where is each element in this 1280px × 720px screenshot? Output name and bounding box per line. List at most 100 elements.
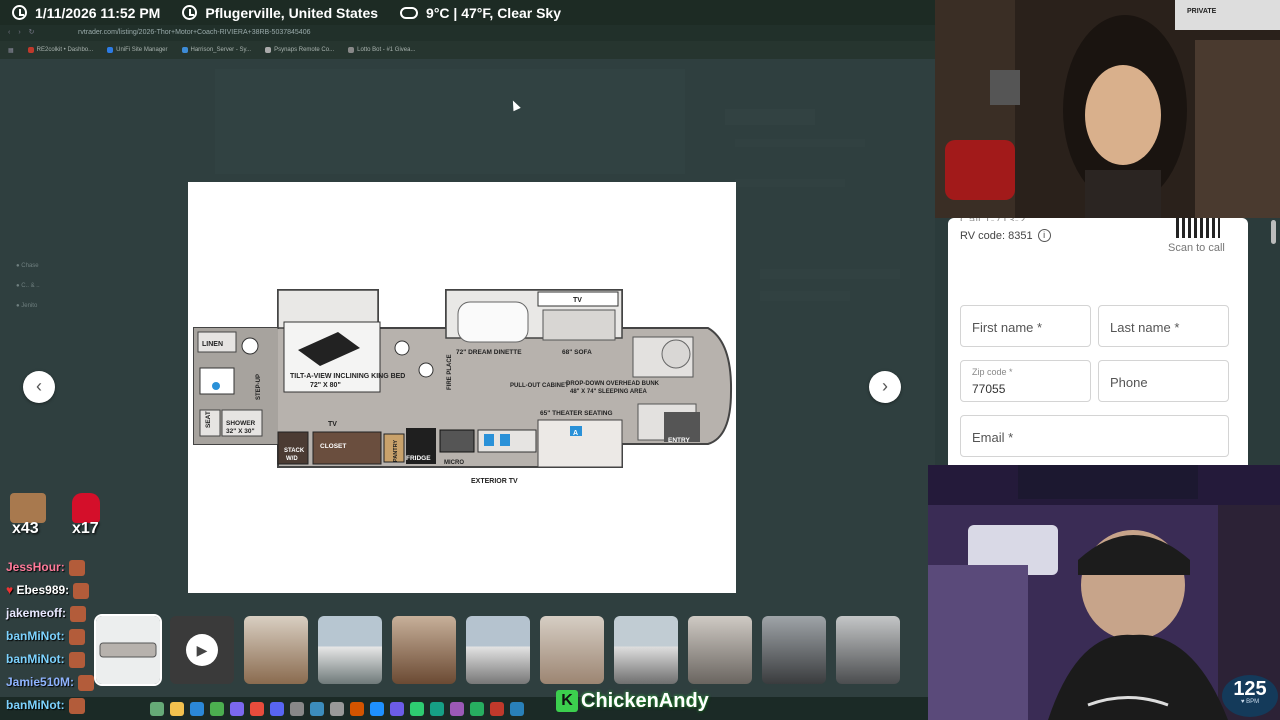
- header-image-ghost: [215, 69, 685, 174]
- chat-message: ♥ Ebes989:: [6, 583, 90, 599]
- linen-label: LINEN: [202, 341, 223, 348]
- app-icon[interactable]: [510, 701, 524, 716]
- emote-icon: [70, 606, 87, 622]
- app-icon[interactable]: [390, 701, 404, 716]
- bpm-unit: ♥ BPM: [1240, 699, 1260, 705]
- app-icon[interactable]: [450, 701, 464, 716]
- bookmark-item[interactable]: Harrison_Server - Sy...: [181, 47, 251, 53]
- next-image-button[interactable]: ›: [869, 371, 901, 403]
- chat-message: banMiNot:: [6, 698, 85, 714]
- bookmark-item[interactable]: UniFi Site Manager: [107, 47, 168, 53]
- first-name-field[interactable]: First name *: [960, 305, 1091, 347]
- sidebar-ghost-list: ● Chase ● C.. & .. ● Jenito: [16, 256, 40, 316]
- shower-size-label: 32" X 30": [226, 428, 255, 435]
- thumbnail-photo[interactable]: [392, 616, 456, 684]
- thumbnail-photo[interactable]: [318, 616, 382, 684]
- app-icon[interactable]: [310, 701, 324, 716]
- dinette-label: 72" DREAM DINETTE: [456, 349, 522, 356]
- bookmark-item[interactable]: Lotto Bot - #1 Givea...: [348, 47, 415, 53]
- title-ghost: [725, 109, 815, 125]
- app-icon[interactable]: [490, 701, 504, 716]
- datetime-text: 1/11/2026 11:52 PM: [35, 4, 161, 21]
- last-name-field[interactable]: Last name *: [1098, 305, 1229, 347]
- fridge-label: FRIDGE: [406, 455, 431, 462]
- bed-size-label: 72" X 80": [310, 382, 341, 389]
- thumbnail-photo[interactable]: [836, 616, 900, 684]
- thumbnail-photo[interactable]: [466, 616, 530, 684]
- seat-label: SEAT: [205, 411, 212, 428]
- edge-icon[interactable]: [190, 701, 204, 716]
- folder-icon[interactable]: [170, 701, 184, 716]
- thumbnail-photo[interactable]: [614, 616, 678, 684]
- app-icon[interactable]: [250, 701, 264, 716]
- chevron-right-icon: ›: [882, 376, 888, 396]
- text-ghost: [760, 291, 850, 301]
- sign-art: PRIVATE: [1187, 8, 1217, 15]
- play-icon: ▶: [186, 634, 218, 666]
- streamer-name: ChickenAndy: [581, 689, 709, 712]
- cloud-icon: [400, 6, 419, 19]
- bookmark-icon: [107, 47, 114, 53]
- bookmark-item[interactable]: Psynaps Remote Co...: [265, 47, 334, 53]
- step-up-label: STEP-UP: [256, 374, 262, 400]
- app-icon[interactable]: [370, 701, 384, 716]
- shower-label: SHOWER: [226, 420, 256, 427]
- app-icon[interactable]: [410, 701, 424, 716]
- a-marker-label: A: [573, 430, 578, 437]
- bed-label: TILT-A-VIEW INCLINING KING BED: [290, 373, 405, 380]
- chrome-icon[interactable]: [210, 701, 224, 716]
- location-text: Pflugerville, United States: [205, 4, 379, 21]
- emote-icon: [68, 629, 85, 645]
- text-ghost: [735, 179, 845, 187]
- discord-icon[interactable]: [270, 701, 284, 716]
- clock-icon: [12, 5, 27, 20]
- info-icon[interactable]: i: [1037, 229, 1051, 242]
- emote-icon: [78, 675, 95, 691]
- app-icon[interactable]: [230, 701, 244, 716]
- nav-buttons-icon[interactable]: ‹›↻: [8, 25, 43, 41]
- app-icon[interactable]: [350, 701, 364, 716]
- bunk-size-label: 48" X 74" SLEEPING AREA: [570, 389, 647, 395]
- address-bar[interactable]: ‹›↻ rvtrader.com/listing/2026-Thor+Motor…: [0, 25, 935, 41]
- emote-badge: [10, 493, 46, 523]
- emote-icon: [68, 652, 85, 668]
- zip-code-field[interactable]: Zip code * 77055: [960, 360, 1091, 402]
- previous-image-button[interactable]: ‹: [23, 371, 55, 403]
- chat-message: banMiNot:: [6, 629, 85, 645]
- email-field[interactable]: Email *: [960, 415, 1229, 457]
- app-icon[interactable]: [150, 701, 164, 716]
- scan-to-call-label: Scan to call: [1168, 242, 1225, 254]
- windows-taskbar: [0, 697, 935, 720]
- app-icon[interactable]: [330, 701, 344, 716]
- phone-field[interactable]: Phone: [1098, 360, 1229, 402]
- qr-code-icon: [1176, 218, 1220, 238]
- url-text[interactable]: rvtrader.com/listing/2026-Thor+Motor+Coa…: [78, 29, 310, 36]
- sofa-label: 68" SOFA: [562, 349, 592, 356]
- chat-message: JessHour:: [6, 560, 85, 576]
- stream-overlay-bar: 1/11/2026 11:52 PM Pflugerville, United …: [0, 0, 935, 25]
- apps-grid-icon[interactable]: ▦: [8, 47, 14, 54]
- scrollbar[interactable]: [1271, 220, 1276, 244]
- app-icon[interactable]: [290, 701, 304, 716]
- thumbnail-photo[interactable]: [244, 616, 308, 684]
- app-icon[interactable]: [470, 701, 484, 716]
- bookmark-icon: [348, 47, 355, 53]
- rv-code: RV code: 8351 i: [960, 229, 1051, 242]
- thumbnail-photo[interactable]: [688, 616, 752, 684]
- bookmark-icon: [265, 47, 272, 53]
- bookmark-icon: [27, 47, 34, 53]
- wd-label: W/D: [286, 456, 298, 462]
- thumbnail-photo[interactable]: [540, 616, 604, 684]
- bookmark-item[interactable]: RE2colkit • Dashbo...: [27, 47, 93, 53]
- thumbnail-photo[interactable]: [762, 616, 826, 684]
- chat-message: banMiNot:: [6, 652, 85, 668]
- lead-form-panel: Call 1-713-2... RV code: 8351 i Scan to …: [948, 213, 1248, 466]
- thumbnail-video[interactable]: ▶: [170, 616, 234, 684]
- app-icon[interactable]: [430, 701, 444, 716]
- tv-top-label: TV: [573, 297, 582, 304]
- badge-count: x17: [72, 520, 99, 537]
- text-ghost: [760, 269, 900, 279]
- micro-label: MICRO: [444, 460, 464, 466]
- stream-chat-overlay: x43 x17 JessHour: ♥ Ebes989: jakemeoff: …: [0, 490, 110, 720]
- emote-icon: [73, 583, 90, 599]
